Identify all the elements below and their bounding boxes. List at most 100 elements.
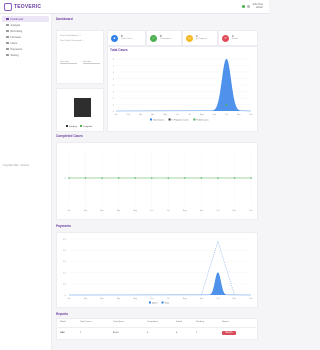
copyright: Copyright 2021 - Teoveric — [3, 165, 30, 167]
y-tick-label: 0 — [113, 111, 115, 113]
data-point — [134, 177, 136, 179]
data-point — [117, 177, 120, 179]
cell-total-spent: $0.00 — [113, 332, 119, 334]
x-tick-label: Oct — [225, 113, 229, 116]
stat-in-progress[interactable]: ◷ 0 In Progress — [182, 30, 218, 46]
y-tick-label: 6 — [113, 72, 115, 74]
th-failed: Failed — [176, 321, 182, 323]
cell-pending: 1 — [196, 332, 198, 334]
stat-total-cases[interactable]: ■ 8 Total Cases — [107, 30, 146, 46]
th-total-spent: Total Spent — [113, 321, 124, 323]
x-tick-label: Jun — [150, 210, 153, 212]
x-tick-label: May — [133, 210, 137, 212]
sidebar-item-setting[interactable]: Setting — [2, 52, 49, 58]
legend-swatch — [168, 118, 171, 121]
stat-completed[interactable]: ✓ 8 Completed — [146, 30, 182, 46]
x-tick-label: Mar — [139, 114, 143, 116]
y-tick-label: 8 — [113, 59, 115, 61]
sidebar-item-label: Dashboard — [10, 17, 24, 21]
legend-label: Total Cases — [153, 118, 164, 121]
x-tick-label: Aug — [183, 209, 187, 212]
reports-title: Reports — [56, 312, 69, 316]
x-tick-label: Jun — [176, 114, 179, 116]
table-divider — [58, 327, 256, 328]
x-tick-label: Aug — [200, 113, 204, 116]
stat-label: Completed — [160, 38, 171, 40]
x-tick-label: Nov — [237, 114, 241, 116]
pending-block — [74, 98, 91, 117]
completed-title: Completed Cases — [56, 134, 83, 138]
y-tick-label: 1 — [113, 104, 115, 106]
x-tick-label: Jul — [167, 210, 170, 212]
credit-consumed: Total Credit Consumed: -- — [60, 40, 84, 42]
th-pending: Pending — [196, 321, 205, 323]
date-to-input[interactable]: End date — [83, 61, 100, 64]
x-tick-label: Sep — [212, 114, 216, 116]
page-title: Dashboard — [56, 17, 73, 21]
x-tick-label: Feb — [84, 298, 88, 300]
y-tick-label: 7 — [113, 65, 115, 67]
date-from-input[interactable]: Start date — [60, 61, 77, 64]
x-tick-label: Apr — [117, 209, 120, 212]
sidebar: Dashboard Analysis Recruiting Interview … — [0, 14, 52, 350]
th-total-cases: Total Cases — [80, 321, 92, 323]
data-point — [101, 177, 103, 179]
x-tick-label: Apr — [117, 297, 120, 300]
legend-swatch — [193, 118, 196, 121]
sidebar-item-label: Interview — [10, 35, 21, 39]
data-point — [200, 177, 203, 179]
x-tick-label: Dec — [249, 298, 253, 300]
data-point — [150, 177, 153, 179]
sidebar-item-label: Users — [10, 41, 18, 45]
sidebar-item-label: Recruiting — [10, 29, 23, 33]
stat-failed[interactable]: ✕ 0 Failed — [218, 30, 258, 46]
legend-swatch — [161, 301, 164, 304]
x-tick-label: Sep — [200, 298, 204, 300]
interview-icon — [6, 35, 9, 39]
x-tick-label: Dec — [249, 210, 253, 212]
analysis-icon — [6, 23, 9, 27]
logo-icon — [4, 3, 12, 11]
x-tick-label: Mar — [100, 298, 104, 300]
y-tick-label: 2.5 — [63, 239, 67, 241]
stat-label: In Progress — [196, 38, 208, 40]
y-tick-label: 0 — [65, 178, 67, 180]
legend-label: Failed Cases — [196, 119, 208, 121]
x-tick-label: Apr — [151, 113, 154, 116]
dashboard-icon — [6, 17, 9, 21]
x-tick-label: Oct — [216, 209, 220, 212]
total-cases-card: Total Cases 0 1 2 3 4 5 6 7 8 Jan Feb Mar Apr May Jun J… — [107, 46, 258, 132]
y-tick-label: 1.0 — [63, 272, 67, 274]
sidebar-item-label: Analysis — [10, 23, 21, 27]
legend-label: Total — [165, 301, 170, 304]
x-tick-label: Sep — [200, 210, 204, 212]
stat-label: Failed — [232, 38, 238, 40]
payments-card: 0 0.5 1.0 1.5 2.0 2.5 Jan Feb Mar Apr May Jun Jul Aug… — [56, 232, 258, 308]
completed-cases-chart: 0 Jan Feb Mar Apr May Jun Jul Aug Sep Oct Nov Dec — [65, 149, 253, 212]
avatar[interactable] — [247, 4, 251, 8]
legend-swatch — [149, 301, 151, 304]
cell-failed: 0 — [176, 332, 178, 334]
x-tick-label: Jul — [188, 114, 191, 116]
sidebar-item-label: Payments — [10, 47, 23, 51]
data-point — [184, 177, 186, 179]
gear-icon — [6, 53, 9, 57]
x-tick-label: Jan — [67, 298, 70, 300]
logo[interactable]: TEOVERIC — [4, 3, 41, 11]
credit-balance: Total Credit Balance: -- — [60, 35, 82, 37]
payments-chart: 0 0.5 1.0 1.5 2.0 2.5 Jan Feb Mar Apr May Jun Jul Aug… — [63, 239, 253, 305]
x-tick-label: Jun — [150, 298, 153, 300]
report-button[interactable]: Report — [222, 331, 236, 335]
x-tick-label: Jul — [167, 298, 170, 300]
cell-total-cases: 1 — [80, 332, 82, 334]
y-tick-label: 5 — [113, 78, 115, 80]
th-month: Month — [60, 321, 67, 323]
total-cases-chart: 0 1 2 3 4 5 6 7 8 Jan Feb Mar Apr May Jun Jul Aug Sep Oct N… — [113, 58, 253, 121]
status-dot-icon — [242, 4, 246, 8]
y-tick-label: 3 — [113, 91, 115, 93]
users-icon — [6, 41, 9, 45]
sidebar-item-label: Setting — [10, 53, 19, 57]
data-point — [84, 177, 87, 179]
x-tick-label: Nov — [233, 298, 237, 300]
x-tick-label: Feb — [127, 114, 131, 116]
